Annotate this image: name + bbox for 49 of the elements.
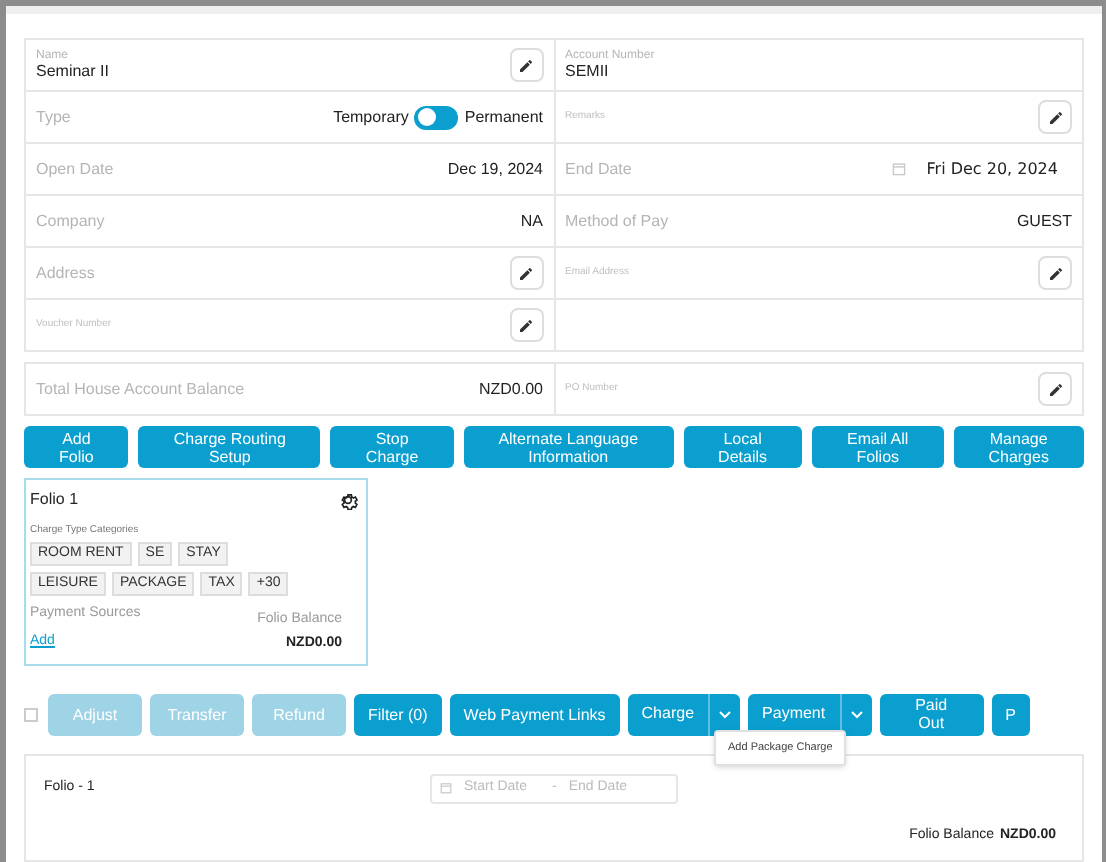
edit-button[interactable] (1038, 256, 1072, 291)
field-label: End Date (565, 157, 634, 182)
field-label: Method of Pay (565, 209, 671, 234)
edit-button[interactable] (509, 256, 543, 291)
toolbar-button[interactable]: Filter (0) (354, 693, 442, 736)
pencil-icon (518, 57, 534, 74)
pencil-icon (1047, 265, 1063, 282)
calendar-icon (892, 162, 907, 177)
field-label: Open Date (36, 157, 116, 182)
action-button[interactable]: Charge Routing Setup (138, 426, 321, 469)
action-button[interactable]: Manage Charges (953, 426, 1084, 469)
edit-button[interactable] (1038, 100, 1072, 135)
field-value: SEMII (565, 64, 611, 81)
field-value: Dec 19, 2024 (447, 157, 543, 182)
pencil-icon (1047, 381, 1063, 398)
select-all-checkbox[interactable] (24, 707, 38, 722)
split-button[interactable]: Charge (627, 693, 741, 736)
action-button[interactable]: Add Folio (24, 426, 129, 469)
field-label: Company (36, 209, 107, 234)
folio-title: Folio 1 (30, 488, 79, 513)
field-value: NA (520, 209, 543, 234)
field-value: NZD0.00 (478, 377, 543, 402)
date-value[interactable]: Fri Dec 20, 2024 (926, 157, 1058, 182)
edit-button[interactable] (509, 48, 543, 83)
edit-button[interactable] (509, 308, 543, 343)
split-button-label[interactable]: Payment (748, 693, 840, 736)
action-button[interactable]: Alternate Language Information (463, 426, 674, 469)
gear-icon[interactable] (338, 490, 358, 511)
edit-button[interactable] (1038, 372, 1072, 407)
split-button[interactable]: Payment (748, 693, 872, 736)
toolbar-button[interactable]: Paid Out (879, 693, 984, 736)
field-label: Total House Account Balance (36, 377, 247, 402)
action-button[interactable]: Stop Charge (330, 426, 454, 469)
action-button[interactable]: Local Details (683, 426, 803, 469)
split-button-label[interactable]: Charge (627, 693, 709, 736)
action-button[interactable]: Email All Folios (812, 426, 944, 469)
toolbar-button[interactable]: Web Payment Links (449, 693, 620, 736)
toggle-label: Permanent (464, 105, 543, 130)
pencil-icon (518, 317, 534, 334)
toolbar-button[interactable]: P (991, 693, 1030, 736)
field-value: Seminar II (36, 64, 111, 81)
pencil-icon (518, 265, 534, 282)
pencil-icon (1047, 109, 1063, 126)
type-switch[interactable] (414, 105, 459, 130)
field-value: GUEST (1016, 209, 1072, 234)
field-label: Type (36, 105, 73, 130)
field-label: Address (36, 261, 97, 286)
toggle-label: Temporary (333, 105, 409, 130)
calendar-icon (440, 782, 452, 795)
